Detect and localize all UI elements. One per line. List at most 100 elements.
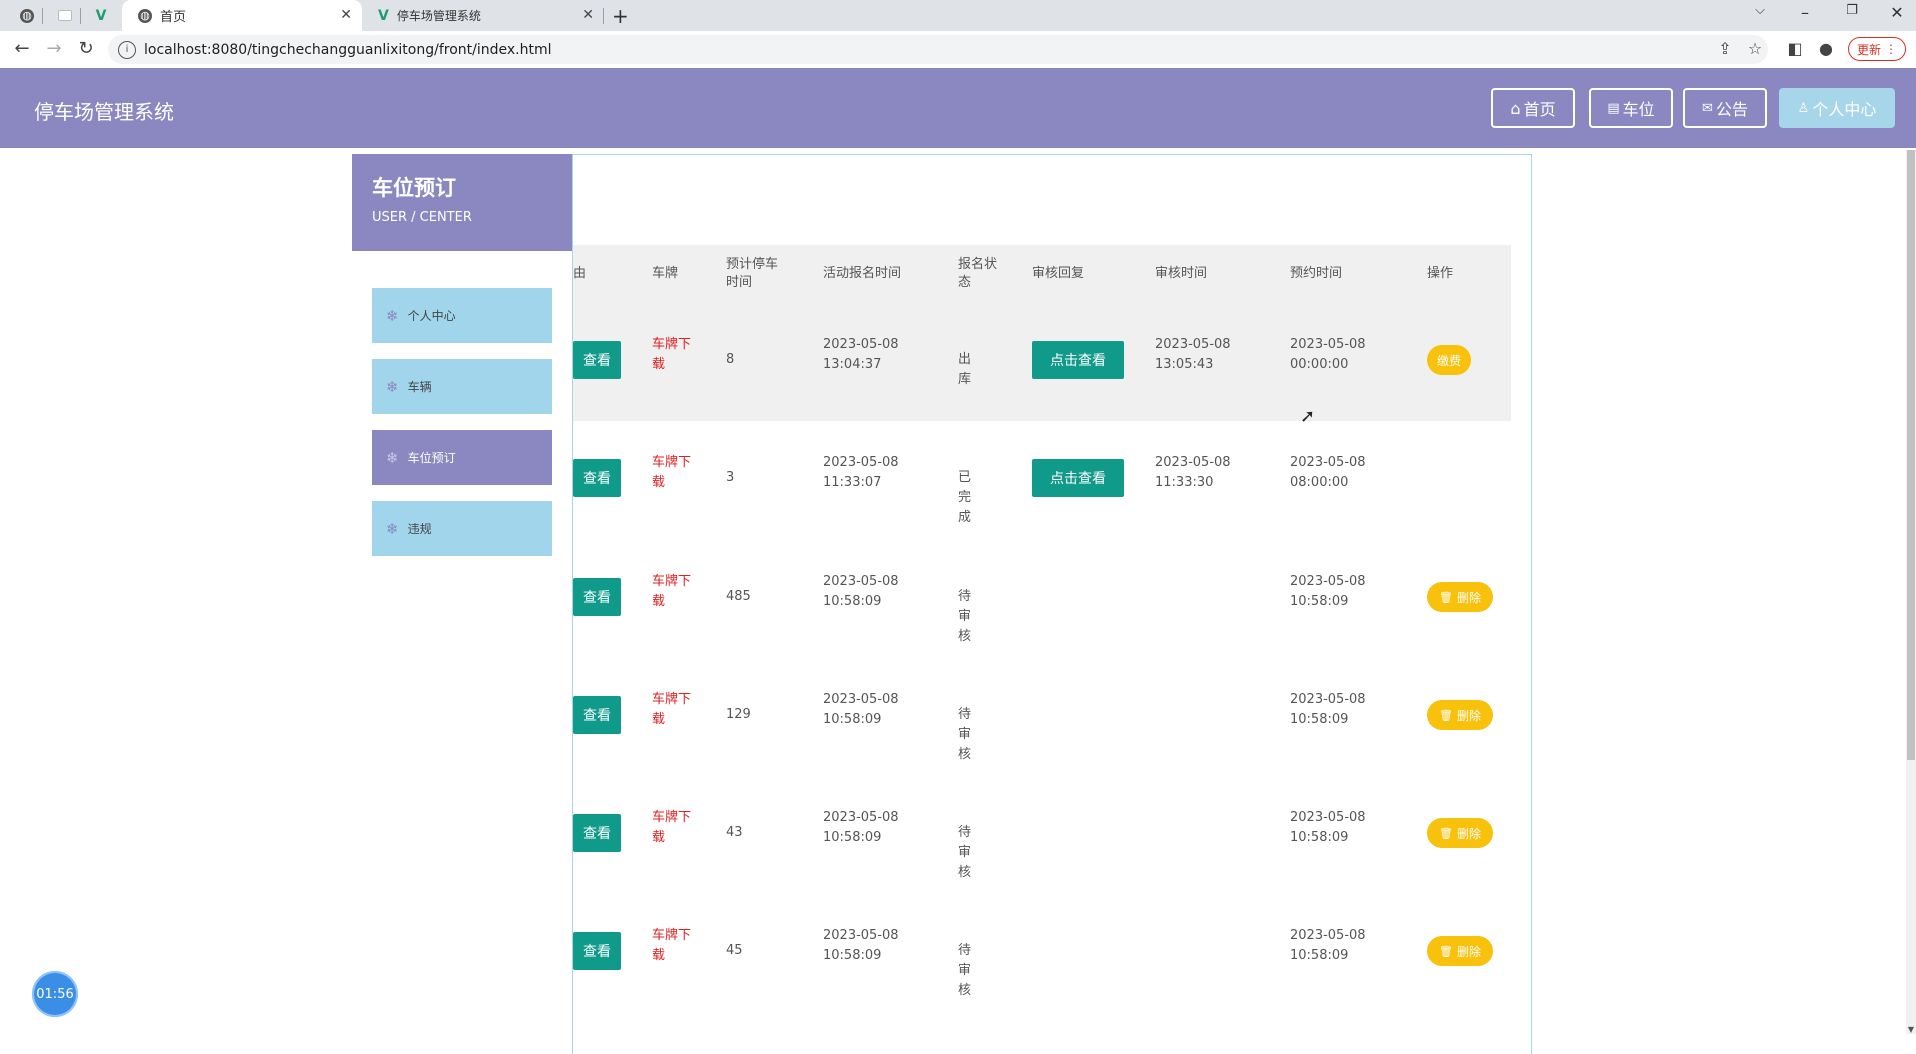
signup-time: 2023-05-08 10:58:09	[823, 574, 899, 609]
action-label: 删除	[1456, 944, 1481, 959]
estimated-hours: 43	[726, 825, 743, 840]
action-label: 删除	[1456, 708, 1481, 723]
close-tab-icon[interactable]: ✕	[582, 7, 594, 23]
booking-time: 2023-05-08 10:58:09	[1290, 810, 1366, 845]
nav-home-button[interactable]: ⌂ 首页	[1491, 88, 1575, 128]
address-bar-row: ← → ↻ i localhost:8080/tingchechangguanl…	[0, 31, 1916, 69]
blank-page-icon	[58, 10, 72, 21]
estimated-hours: 3	[726, 470, 735, 485]
site-info-icon[interactable]: i	[118, 40, 136, 59]
signup-time: 2023-05-08 13:04:37	[823, 337, 899, 372]
restore-button[interactable]: ❐	[1832, 3, 1872, 18]
trash-icon: 🗑	[1439, 708, 1453, 722]
nav-personal-center-button[interactable]: ♙ 个人中心	[1779, 88, 1895, 128]
scrollbar-thumb[interactable]	[1907, 150, 1915, 760]
pinned-tab-2[interactable]	[48, 0, 82, 31]
sidebar-item-label: 违规	[407, 522, 432, 536]
sidebar-item-label: 个人中心	[407, 309, 456, 323]
status-text: 待审核	[958, 589, 972, 644]
plate-download-link[interactable]: 车牌下载	[652, 453, 700, 493]
user-icon: ♙	[1797, 100, 1810, 116]
booking-time: 2023-05-08 00:00:00	[1290, 337, 1366, 372]
timer-badge[interactable]: 01:56	[32, 971, 78, 1017]
plate-download-link[interactable]: 车牌下载	[652, 572, 700, 612]
delete-button[interactable]: 🗑 删除	[1427, 936, 1493, 966]
pinned-tab-1[interactable]: ◍	[10, 0, 44, 31]
nav-label: 车位	[1622, 100, 1655, 119]
trash-icon: 🗑	[1439, 944, 1453, 958]
url-field[interactable]: i localhost:8080/tingchechangguanlixiton…	[108, 35, 1768, 64]
plate-download-link[interactable]: 车牌下载	[652, 808, 700, 848]
close-tab-icon[interactable]: ✕	[340, 7, 352, 23]
mail-icon: ✉	[1702, 100, 1713, 116]
browser-tab-strip: ◍ V ◍ 首页 ✕ V 停车场管理系统 ✕ + ⌵ – ❐ ✕	[0, 0, 1916, 31]
page-scrollbar[interactable]: ▼	[1906, 150, 1916, 1034]
nav-label: 首页	[1523, 100, 1556, 119]
action-label: 删除	[1456, 826, 1481, 841]
plate-download-link[interactable]: 车牌下载	[652, 690, 700, 730]
scroll-down-arrow-icon[interactable]: ▼	[1906, 1025, 1916, 1034]
sidebar-title: 车位预订	[372, 176, 456, 200]
view-button[interactable]: 查看	[573, 814, 621, 852]
home-icon: ⌂	[1510, 98, 1521, 118]
new-tab-button[interactable]: +	[612, 4, 629, 28]
view-button[interactable]: 查看	[573, 459, 621, 497]
browser-update-button[interactable]: 更新 ⋮	[1848, 37, 1907, 61]
site-header: 停车场管理系统 ⌂ 首页 ▤ 车位 ✉ 公告 ♙ 个人中心	[0, 68, 1916, 148]
plate-download-link[interactable]: 车牌下载	[652, 335, 700, 375]
sidebar-title-card: 车位预订 USER / CENTER	[352, 154, 572, 251]
sidebar-item-violations[interactable]: ❄ 违规	[372, 501, 552, 556]
pay-button[interactable]: 缴费	[1427, 345, 1471, 375]
status-text: 待审核	[958, 943, 972, 998]
plate-download-link[interactable]: 车牌下载	[652, 926, 700, 966]
view-button[interactable]: 查看	[573, 696, 621, 734]
nav-parking-space-button[interactable]: ▤ 车位	[1589, 88, 1673, 128]
profile-avatar-icon[interactable]: ●	[1815, 39, 1837, 58]
column-header: 预计停车时间	[726, 257, 779, 290]
delete-button[interactable]: 🗑 删除	[1427, 700, 1493, 730]
review-time: 2023-05-08 11:33:30	[1155, 455, 1231, 490]
view-button[interactable]: 查看	[573, 341, 621, 379]
more-menu-icon: ⋮	[1885, 42, 1898, 56]
view-button[interactable]: 查看	[573, 932, 621, 970]
delete-button[interactable]: 🗑 删除	[1427, 818, 1493, 848]
column-header: 报名状态	[958, 257, 998, 290]
mouse-cursor-icon: ➚	[1300, 406, 1316, 427]
sidebar-item-booking[interactable]: ❄ 车位预订	[372, 430, 552, 485]
tab-divider	[42, 8, 43, 24]
column-header: 审核回复	[1032, 266, 1085, 281]
view-reply-button[interactable]: 点击查看	[1032, 459, 1124, 497]
sidebar-item-vehicles[interactable]: ❄ 车辆	[372, 359, 552, 414]
column-header: 预约时间	[1290, 266, 1343, 281]
share-icon[interactable]: ⇪	[1714, 39, 1736, 58]
tab-title: 停车场管理系统	[396, 9, 481, 23]
nav-label: 个人中心	[1812, 100, 1877, 119]
close-window-button[interactable]: ✕	[1877, 3, 1916, 22]
back-arrow-icon[interactable]: ←	[10, 38, 34, 59]
bookmark-star-icon[interactable]: ☆	[1744, 39, 1766, 58]
snowflake-icon: ❄	[386, 306, 399, 325]
tab-parking-system[interactable]: V 停车场管理系统 ✕	[364, 0, 604, 31]
snowflake-icon: ❄	[386, 448, 399, 467]
reload-icon[interactable]: ↻	[74, 38, 98, 59]
estimated-hours: 45	[726, 943, 743, 958]
tab-divider	[603, 8, 604, 24]
tab-search-icon[interactable]: ⌵	[1740, 3, 1780, 18]
sidebar-subtitle: USER / CENTER	[372, 210, 472, 225]
nav-notice-button[interactable]: ✉ 公告	[1683, 88, 1767, 128]
booking-time: 2023-05-08 08:00:00	[1290, 455, 1366, 490]
tab-divider	[80, 8, 81, 24]
vue-logo-icon: V	[378, 7, 389, 24]
estimated-hours: 129	[726, 707, 751, 722]
pinned-tab-3[interactable]: V	[84, 0, 118, 31]
sidebar-item-personal-center[interactable]: ❄ 个人中心	[372, 288, 552, 343]
tab-home[interactable]: ◍ 首页 ✕	[122, 0, 362, 31]
forward-arrow-icon[interactable]: →	[42, 38, 66, 59]
delete-button[interactable]: 🗑 删除	[1427, 582, 1493, 612]
minimize-button[interactable]: –	[1785, 3, 1825, 22]
view-reply-button[interactable]: 点击查看	[1032, 341, 1124, 379]
view-button[interactable]: 查看	[573, 578, 621, 616]
status-text: 待审核	[958, 825, 972, 880]
side-panel-icon[interactable]: ◧	[1784, 39, 1806, 58]
review-time: 2023-05-08 13:05:43	[1155, 337, 1231, 372]
